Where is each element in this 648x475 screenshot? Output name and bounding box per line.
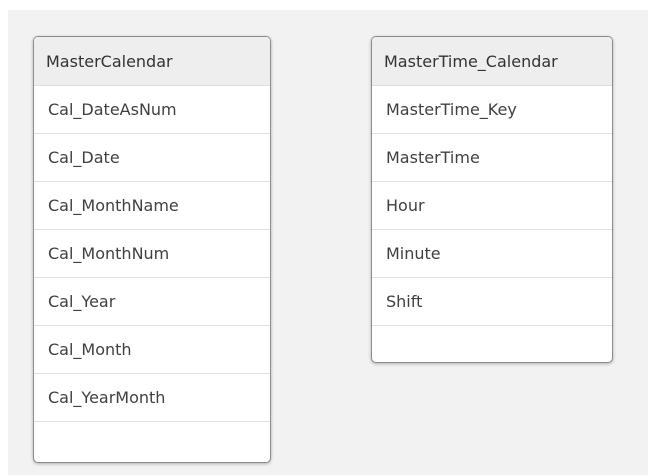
field-row[interactable]: Cal_YearMonth (34, 374, 270, 422)
empty-row (372, 326, 612, 362)
field-row[interactable]: Cal_MonthNum (34, 230, 270, 278)
field-row[interactable]: Cal_Date (34, 134, 270, 182)
field-row[interactable]: Minute (372, 230, 612, 278)
table-card-master-time-calendar[interactable]: MasterTime_Calendar MasterTime_Key Maste… (371, 36, 613, 363)
field-row[interactable]: Cal_DateAsNum (34, 86, 270, 134)
table-card-master-calendar[interactable]: MasterCalendar Cal_DateAsNum Cal_Date Ca… (33, 36, 271, 463)
field-row[interactable]: MasterTime_Key (372, 86, 612, 134)
field-row[interactable]: Cal_MonthName (34, 182, 270, 230)
field-row[interactable]: Shift (372, 278, 612, 326)
table-header[interactable]: MasterCalendar (34, 37, 270, 86)
field-row[interactable]: Cal_Year (34, 278, 270, 326)
empty-row (34, 422, 270, 462)
field-row[interactable]: Hour (372, 182, 612, 230)
table-header[interactable]: MasterTime_Calendar (372, 37, 612, 86)
field-row[interactable]: MasterTime (372, 134, 612, 182)
field-row[interactable]: Cal_Month (34, 326, 270, 374)
